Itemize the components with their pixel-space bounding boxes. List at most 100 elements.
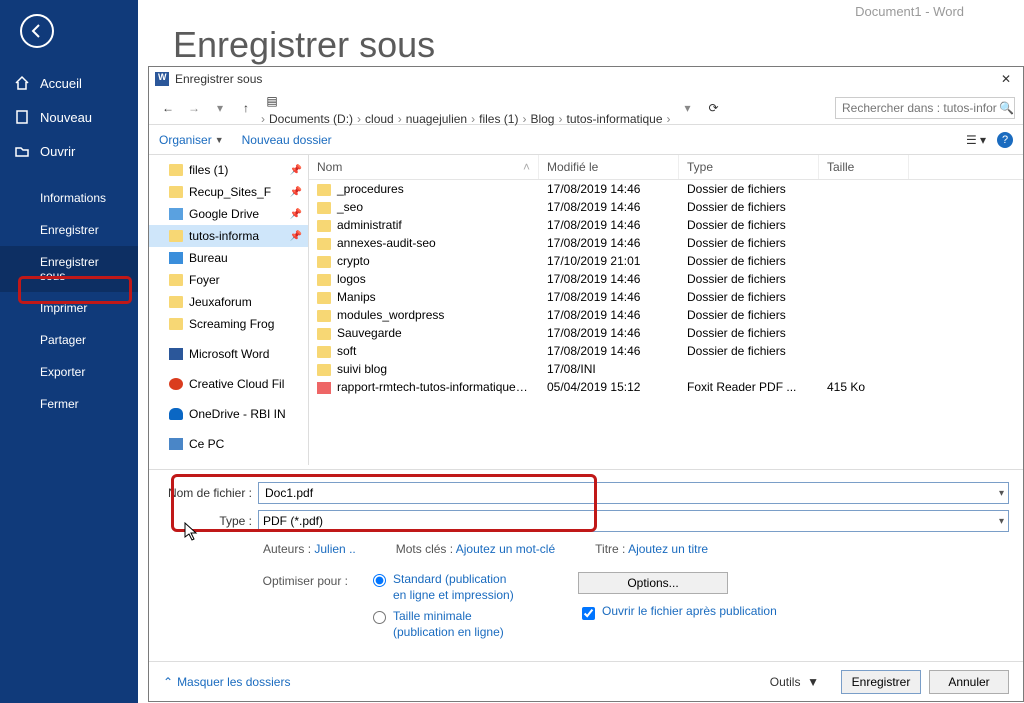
file-name: _procedures	[337, 182, 404, 196]
nav-forward-button[interactable]: →	[183, 97, 205, 119]
folder-icon	[169, 274, 183, 286]
file-row[interactable]: rapport-rmtech-tutos-informatique_com...…	[309, 378, 1023, 396]
tree-item[interactable]: Ce PC	[149, 433, 308, 455]
page-title: Enregistrer sous	[173, 24, 435, 66]
search-input[interactable]	[840, 100, 999, 116]
file-row[interactable]: crypto17/10/2019 21:01Dossier de fichier…	[309, 252, 1023, 270]
tree-item[interactable]: Recup_Sites_F📌	[149, 181, 308, 203]
filetype-field[interactable]: PDF (*.pdf) ▾	[258, 510, 1009, 532]
file-row[interactable]: suivi blog17/08/INI	[309, 360, 1023, 378]
sidebar-item-fermer[interactable]: Fermer	[0, 388, 138, 420]
breadcrumb[interactable]: Documents (D:)	[265, 110, 357, 128]
tree-item[interactable]: OneDrive - RBI IN	[149, 403, 308, 425]
file-type: Dossier de fichiers	[679, 271, 819, 287]
tree-item[interactable]: tutos-informa📌	[149, 225, 308, 247]
pin-icon: 📌	[290, 187, 302, 198]
tree-item[interactable]: Jeuxaforum	[149, 291, 308, 313]
open-after-checkbox[interactable]: Ouvrir le fichier après publication	[578, 604, 777, 623]
close-button[interactable]: ✕	[995, 70, 1017, 88]
filename-input[interactable]	[263, 485, 999, 501]
tree-item[interactable]: Google Drive📌	[149, 203, 308, 225]
nav-recent-button[interactable]: ▾	[209, 97, 231, 119]
folder-icon	[317, 292, 331, 304]
file-size	[819, 296, 909, 298]
back-button[interactable]	[20, 14, 54, 48]
nav-back-button[interactable]: ←	[157, 97, 179, 119]
save-button[interactable]: Enregistrer	[841, 670, 921, 694]
breadcrumb[interactable]: nuagejulien	[402, 110, 471, 128]
search-box[interactable]: 🔍	[835, 97, 1015, 119]
folder-tree[interactable]: files (1)📌Recup_Sites_F📌Google Drive📌tut…	[149, 155, 309, 465]
new-folder-button[interactable]: Nouveau dossier	[242, 133, 332, 147]
optimize-min-radio[interactable]: Taille minimale (publication en ligne)	[368, 609, 518, 640]
authors-value[interactable]: Julien ..	[314, 542, 355, 556]
sidebar-item-accueil[interactable]: Accueil	[0, 66, 138, 100]
tree-item[interactable]: Screaming Frog	[149, 313, 308, 335]
file-type: Dossier de fichiers	[679, 217, 819, 233]
file-row[interactable]: _seo17/08/2019 14:46Dossier de fichiers	[309, 198, 1023, 216]
nav-dropdown-button[interactable]: ▾	[677, 97, 699, 119]
sidebar-item-label: Enregistrer sous	[40, 255, 124, 283]
word-icon	[169, 348, 183, 360]
file-type: Dossier de fichiers	[679, 325, 819, 341]
sidebar-item-enregistrer[interactable]: Enregistrer	[0, 214, 138, 246]
sidebar-item-informations[interactable]: Informations	[0, 182, 138, 214]
file-row[interactable]: annexes-audit-seo17/08/2019 14:46Dossier…	[309, 234, 1023, 252]
word-icon	[155, 72, 169, 86]
refresh-button[interactable]: ⟳	[703, 97, 725, 119]
file-name: Manips	[337, 290, 376, 304]
tools-dropdown[interactable]: Outils ▼	[770, 675, 819, 689]
sidebar-item-ouvrir[interactable]: Ouvrir	[0, 134, 138, 168]
sidebar-item-imprimer[interactable]: Imprimer	[0, 292, 138, 324]
file-name: Sauvegarde	[337, 326, 402, 340]
organize-button[interactable]: Organiser ▼	[159, 133, 224, 147]
file-modified: 05/04/2019 15:12	[539, 379, 679, 395]
keywords-link[interactable]: Ajoutez un mot-clé	[456, 542, 555, 556]
sidebar-item-nouveau[interactable]: Nouveau	[0, 100, 138, 134]
breadcrumb[interactable]: cloud	[361, 110, 398, 128]
file-modified: 17/08/2019 14:46	[539, 199, 679, 215]
sidebar-item-partager[interactable]: Partager	[0, 324, 138, 356]
file-row[interactable]: administratif17/08/2019 14:46Dossier de …	[309, 216, 1023, 234]
sidebar-item-enregistrer-sous[interactable]: Enregistrer sous	[0, 246, 138, 292]
file-list: Nom ˄ Modifié le Type Taille _procedures…	[309, 155, 1023, 465]
title-link[interactable]: Ajoutez un titre	[628, 542, 708, 556]
file-row[interactable]: Sauvegarde17/08/2019 14:46Dossier de fic…	[309, 324, 1023, 342]
file-row[interactable]: logos17/08/2019 14:46Dossier de fichiers	[309, 270, 1023, 288]
tree-item[interactable]: Microsoft Word	[149, 343, 308, 365]
breadcrumb[interactable]: tutos-informatique	[562, 110, 666, 128]
breadcrumb[interactable]: Blog	[526, 110, 558, 128]
folder-icon	[317, 184, 331, 196]
file-modified: 17/08/2019 14:46	[539, 217, 679, 233]
nav-up-button[interactable]: ↑	[235, 97, 257, 119]
cancel-button[interactable]: Annuler	[929, 670, 1009, 694]
col-header-size[interactable]: Taille	[819, 155, 909, 179]
file-row[interactable]: _procedures17/08/2019 14:46Dossier de fi…	[309, 180, 1023, 198]
view-button[interactable]: ☰ ▾	[965, 129, 987, 151]
options-button[interactable]: Options...	[578, 572, 728, 594]
filename-field[interactable]: ▾	[258, 482, 1009, 504]
tree-item[interactable]: Bureau	[149, 247, 308, 269]
file-row[interactable]: soft17/08/2019 14:46Dossier de fichiers	[309, 342, 1023, 360]
cloud-icon	[169, 408, 183, 420]
col-header-modified[interactable]: Modifié le	[539, 155, 679, 179]
sidebar-item-label: Ouvrir	[40, 144, 75, 159]
col-header-type[interactable]: Type	[679, 155, 819, 179]
file-row[interactable]: Manips17/08/2019 14:46Dossier de fichier…	[309, 288, 1023, 306]
col-header-name[interactable]: Nom ˄	[309, 155, 539, 179]
file-name: suivi blog	[337, 362, 387, 376]
file-row[interactable]: modules_wordpress17/08/2019 14:46Dossier…	[309, 306, 1023, 324]
chevron-down-icon[interactable]: ▾	[999, 516, 1004, 527]
folder-icon	[169, 230, 183, 242]
tree-item[interactable]: Foyer	[149, 269, 308, 291]
tree-item[interactable]: files (1)📌	[149, 159, 308, 181]
chevron-down-icon[interactable]: ▾	[999, 488, 1004, 499]
hide-folders-button[interactable]: ⌃ Masquer les dossiers	[163, 675, 290, 689]
optimize-standard-radio[interactable]: Standard (publication en ligne et impres…	[368, 572, 518, 603]
tree-item[interactable]: Creative Cloud Fil	[149, 373, 308, 395]
breadcrumb[interactable]: files (1)	[475, 110, 522, 128]
help-button[interactable]: ?	[997, 132, 1013, 148]
pin-icon: 📌	[290, 165, 302, 176]
sidebar-item-exporter[interactable]: Exporter	[0, 356, 138, 388]
file-size	[819, 350, 909, 352]
